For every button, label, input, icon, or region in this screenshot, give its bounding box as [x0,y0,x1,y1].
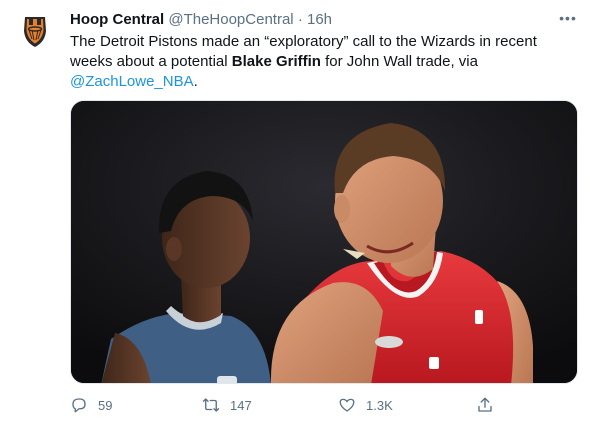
tweet-actions: 59 147 1.3K [70,393,500,417]
tweet-text-part2: for John Wall trade, via [320,53,478,70]
reply-button[interactable]: 59 [70,393,112,417]
tweet-text: The Detroit Pistons made an “exploratory… [70,32,560,92]
basketball-players-photo [71,101,577,383]
share-button[interactable] [476,393,494,417]
reply-icon [72,398,86,413]
author-name[interactable]: Hoop Central [70,11,164,28]
share-icon [478,397,492,412]
tweet-header: Hoop Central @TheHoopCentral · 16h [70,10,332,30]
retweet-icon [202,398,220,412]
author-handle[interactable]: @TheHoopCentral [168,11,293,28]
tweet-text-bold: Blake Griffin [231,53,321,70]
tweet-text-end: . [193,73,198,90]
separator-dot: · [297,11,303,28]
avatar[interactable] [13,9,57,53]
retweet-count: 147 [230,397,252,413]
tweet[interactable]: Hoop Central @TheHoopCentral · 16h ••• T… [0,0,590,429]
hoop-central-logo [13,9,57,53]
more-options-icon[interactable]: ••• [556,10,580,26]
like-count: 1.3K [366,397,393,413]
like-button[interactable]: 1.3K [338,393,393,417]
retweet-button[interactable]: 147 [202,393,252,417]
tweet-timestamp[interactable]: 16h [307,11,332,28]
tweet-photo[interactable] [70,100,578,384]
reply-count: 59 [98,397,113,413]
mention-link[interactable]: @ZachLowe_NBA [70,73,194,90]
like-icon [339,398,355,412]
